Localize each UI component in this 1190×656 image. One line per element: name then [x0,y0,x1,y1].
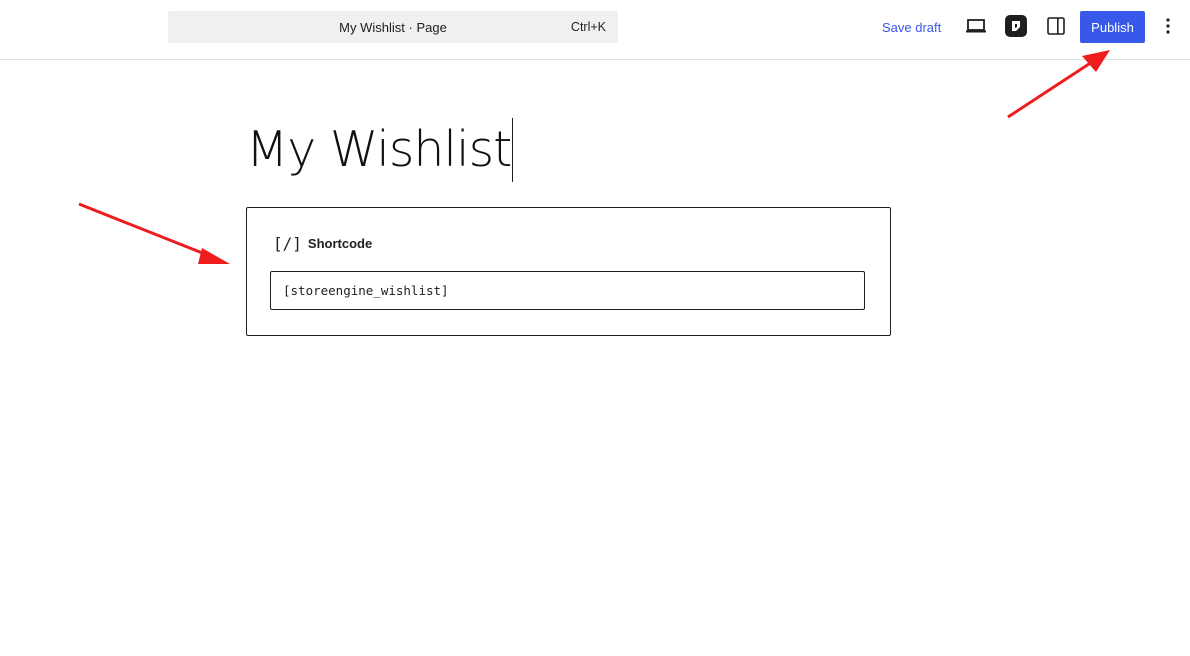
sidebar-toggle-icon [1046,16,1066,41]
plugin-logo-icon [1004,14,1028,43]
annotation-arrow-publish [1007,50,1110,119]
block-label-text: Shortcode [307,236,373,251]
shortcode-block[interactable]: [/] Shortcode [storeengine_wishlist] [246,207,891,336]
preview-button[interactable] [964,14,988,42]
block-label: [/] Shortcode [273,234,372,253]
text-caret [512,118,514,182]
options-button[interactable] [1157,14,1179,42]
shortcode-input[interactable]: [storeengine_wishlist] [270,271,865,310]
post-title-text: My Wishlist [246,121,512,178]
save-draft-button[interactable]: Save draft [882,20,941,35]
laptop-icon [965,18,987,39]
annotation-arrow-shortcode [78,202,230,264]
vertical-ellipsis-icon [1165,17,1171,40]
command-palette-button[interactable]: My Wishlist · Page Ctrl+K [168,11,618,43]
editor-header: My Wishlist · Page Ctrl+K Save draft Pub… [0,0,1190,60]
publish-button[interactable]: Publish [1080,11,1145,43]
settings-button[interactable] [1044,14,1068,42]
post-title[interactable]: My Wishlist [246,118,514,182]
keyboard-shortcut-hint: Ctrl+K [570,20,606,34]
plugin-button[interactable] [1004,14,1028,42]
shortcode-icon: [/] [273,234,302,253]
document-title: My Wishlist · Page [339,19,447,35]
